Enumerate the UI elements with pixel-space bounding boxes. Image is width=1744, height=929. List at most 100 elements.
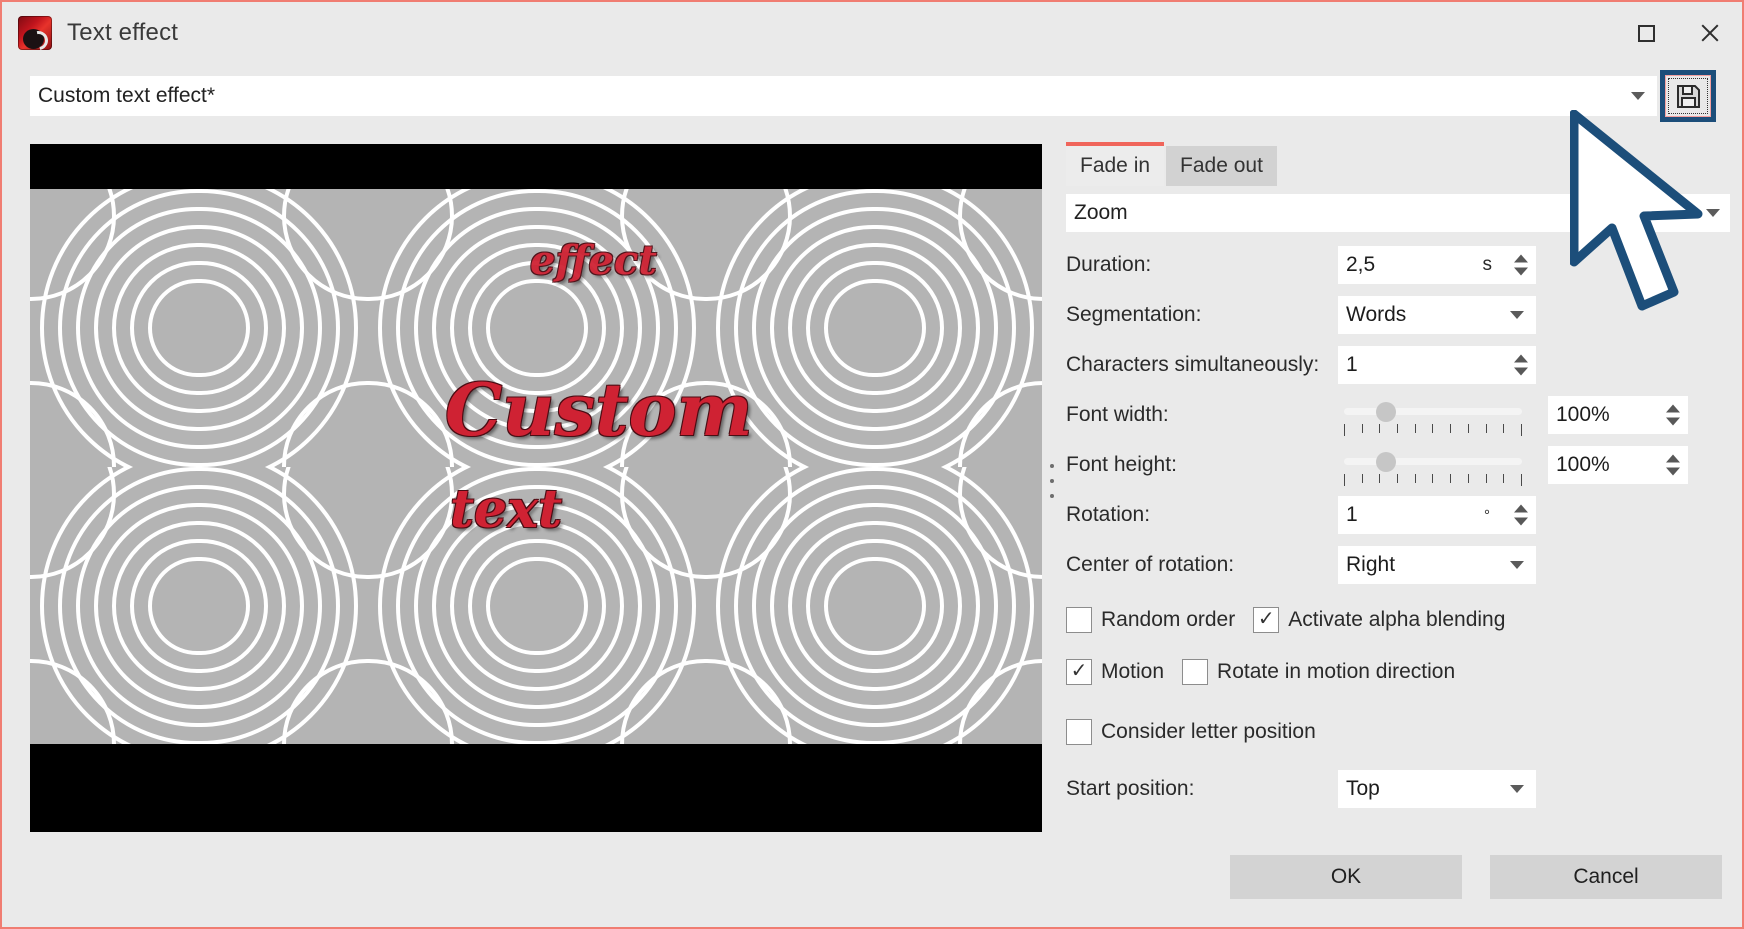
save-preset-button[interactable] bbox=[1660, 70, 1716, 122]
window-title: Text effect bbox=[67, 19, 178, 47]
font-width-slider[interactable] bbox=[1344, 396, 1522, 434]
characters-simultaneously-stepper[interactable] bbox=[1514, 355, 1528, 376]
font-height-slider[interactable] bbox=[1344, 446, 1522, 484]
preview-area[interactable]: effect Custom text bbox=[30, 144, 1042, 832]
segmentation-label: Segmentation: bbox=[1066, 303, 1338, 327]
rotation-unit: ° bbox=[1484, 507, 1490, 524]
checkbox-random-order-label: Random order bbox=[1101, 608, 1235, 632]
row-center-of-rotation: Center of rotation: Right bbox=[1066, 544, 1730, 586]
save-button-inner-border bbox=[1665, 75, 1711, 117]
handle-dot bbox=[1050, 494, 1054, 498]
start-position-dropdown[interactable]: Top bbox=[1338, 770, 1536, 808]
floppy-disk-save-icon bbox=[1676, 84, 1701, 109]
center-of-rotation-label: Center of rotation: bbox=[1066, 553, 1338, 577]
settings-form: Duration: 2,5 s Segmentation: Words Char… bbox=[1066, 244, 1730, 818]
row-duration: Duration: 2,5 s bbox=[1066, 244, 1730, 286]
save-button-focus-outline bbox=[1668, 78, 1708, 114]
checkbox-motion-box[interactable] bbox=[1066, 659, 1092, 685]
font-height-slider-thumb[interactable] bbox=[1376, 452, 1396, 472]
font-width-input[interactable]: 100% bbox=[1548, 396, 1688, 434]
stepper-down-icon[interactable] bbox=[1514, 268, 1528, 276]
app-logo-icon bbox=[18, 16, 52, 50]
chevron-down-icon bbox=[1510, 785, 1524, 793]
checkbox-activate-alpha-blending[interactable]: Activate alpha blending bbox=[1253, 607, 1513, 633]
maximize-icon bbox=[1638, 25, 1655, 42]
preset-value: Custom text effect* bbox=[38, 84, 215, 108]
stepper-up-icon[interactable] bbox=[1666, 455, 1680, 463]
effect-type-value: Zoom bbox=[1074, 201, 1128, 225]
font-height-stepper[interactable] bbox=[1666, 455, 1680, 476]
checkbox-row-3: Consider letter position bbox=[1066, 710, 1730, 754]
duration-stepper[interactable] bbox=[1514, 255, 1528, 276]
checkbox-consider-letter-position[interactable]: Consider letter position bbox=[1066, 719, 1324, 745]
font-height-input[interactable]: 100% bbox=[1548, 446, 1688, 484]
font-height-slider-ticks bbox=[1344, 474, 1522, 486]
segmentation-dropdown[interactable]: Words bbox=[1338, 296, 1536, 334]
start-position-value: Top bbox=[1346, 777, 1380, 801]
preview-word-custom: Custom bbox=[445, 367, 753, 452]
stepper-down-icon[interactable] bbox=[1666, 468, 1680, 476]
chevron-down-icon bbox=[1631, 92, 1645, 100]
segmentation-value: Words bbox=[1346, 303, 1406, 327]
preset-dropdown[interactable]: Custom text effect* bbox=[30, 76, 1657, 116]
font-width-slider-thumb[interactable] bbox=[1376, 402, 1396, 422]
preset-row: Custom text effect* bbox=[30, 76, 1716, 116]
font-width-value: 100% bbox=[1556, 403, 1610, 427]
characters-simultaneously-input[interactable]: 1 bbox=[1338, 346, 1536, 384]
row-rotation: Rotation: 1 ° bbox=[1066, 494, 1730, 536]
title-bar: Text effect bbox=[2, 2, 1742, 64]
checkbox-activate-alpha-blending-label: Activate alpha blending bbox=[1288, 608, 1505, 632]
rotation-stepper[interactable] bbox=[1514, 505, 1528, 526]
fade-tabs: Fade in Fade out bbox=[1066, 144, 1732, 186]
duration-unit: s bbox=[1483, 254, 1493, 276]
panel-resize-handle[interactable] bbox=[1048, 464, 1056, 498]
chevron-down-icon bbox=[1510, 311, 1524, 319]
tab-fade-in[interactable]: Fade in bbox=[1066, 146, 1164, 186]
maximize-button[interactable] bbox=[1614, 2, 1678, 64]
checkbox-random-order[interactable]: Random order bbox=[1066, 607, 1243, 633]
settings-panel: Fade in Fade out Zoom Duration: 2,5 s Se… bbox=[1060, 144, 1732, 827]
stepper-down-icon[interactable] bbox=[1514, 368, 1528, 376]
stepper-up-icon[interactable] bbox=[1514, 505, 1528, 513]
tab-fade-out[interactable]: Fade out bbox=[1166, 146, 1277, 186]
row-start-position: Start position: Top bbox=[1066, 768, 1730, 810]
checkbox-activate-alpha-blending-box[interactable] bbox=[1253, 607, 1279, 633]
font-width-label: Font width: bbox=[1066, 403, 1338, 427]
handle-dot bbox=[1050, 464, 1054, 468]
font-width-stepper[interactable] bbox=[1666, 405, 1680, 426]
checkbox-motion[interactable]: Motion bbox=[1066, 659, 1172, 685]
checkbox-rotate-in-motion-direction-label: Rotate in motion direction bbox=[1217, 660, 1455, 684]
preview-word-text: text bbox=[450, 479, 562, 540]
chevron-down-icon bbox=[1706, 209, 1720, 217]
preview-word-effect: effect bbox=[530, 237, 657, 284]
checkbox-row-2: Motion Rotate in motion direction bbox=[1066, 650, 1730, 694]
rotation-label: Rotation: bbox=[1066, 503, 1338, 527]
font-width-slider-track[interactable] bbox=[1344, 408, 1522, 415]
center-of-rotation-dropdown[interactable]: Right bbox=[1338, 546, 1536, 584]
font-height-slider-track[interactable] bbox=[1344, 458, 1522, 465]
rotation-input[interactable]: 1 ° bbox=[1338, 496, 1536, 534]
close-icon bbox=[1699, 22, 1721, 44]
characters-simultaneously-label: Characters simultaneously: bbox=[1066, 353, 1338, 377]
duration-input[interactable]: 2,5 s bbox=[1338, 246, 1536, 284]
checkbox-random-order-box[interactable] bbox=[1066, 607, 1092, 633]
stepper-down-icon[interactable] bbox=[1666, 418, 1680, 426]
cancel-button[interactable]: Cancel bbox=[1490, 855, 1722, 899]
ok-button[interactable]: OK bbox=[1230, 855, 1462, 899]
stepper-up-icon[interactable] bbox=[1666, 405, 1680, 413]
close-button[interactable] bbox=[1678, 2, 1742, 64]
chevron-down-icon bbox=[1510, 561, 1524, 569]
stepper-down-icon[interactable] bbox=[1514, 518, 1528, 526]
window-controls bbox=[1614, 2, 1742, 64]
checkbox-row-1: Random order Activate alpha blending bbox=[1066, 598, 1730, 642]
stepper-up-icon[interactable] bbox=[1514, 255, 1528, 263]
rotation-value: 1 bbox=[1346, 503, 1358, 527]
effect-type-dropdown[interactable]: Zoom bbox=[1066, 194, 1730, 232]
row-font-width: Font width: 100% bbox=[1066, 394, 1730, 436]
checkbox-consider-letter-position-box[interactable] bbox=[1066, 719, 1092, 745]
preview-canvas: effect Custom text bbox=[30, 189, 1042, 744]
checkbox-rotate-in-motion-direction[interactable]: Rotate in motion direction bbox=[1182, 659, 1463, 685]
checkbox-rotate-in-motion-direction-box[interactable] bbox=[1182, 659, 1208, 685]
stepper-up-icon[interactable] bbox=[1514, 355, 1528, 363]
tab-fade-out-label: Fade out bbox=[1180, 154, 1263, 178]
